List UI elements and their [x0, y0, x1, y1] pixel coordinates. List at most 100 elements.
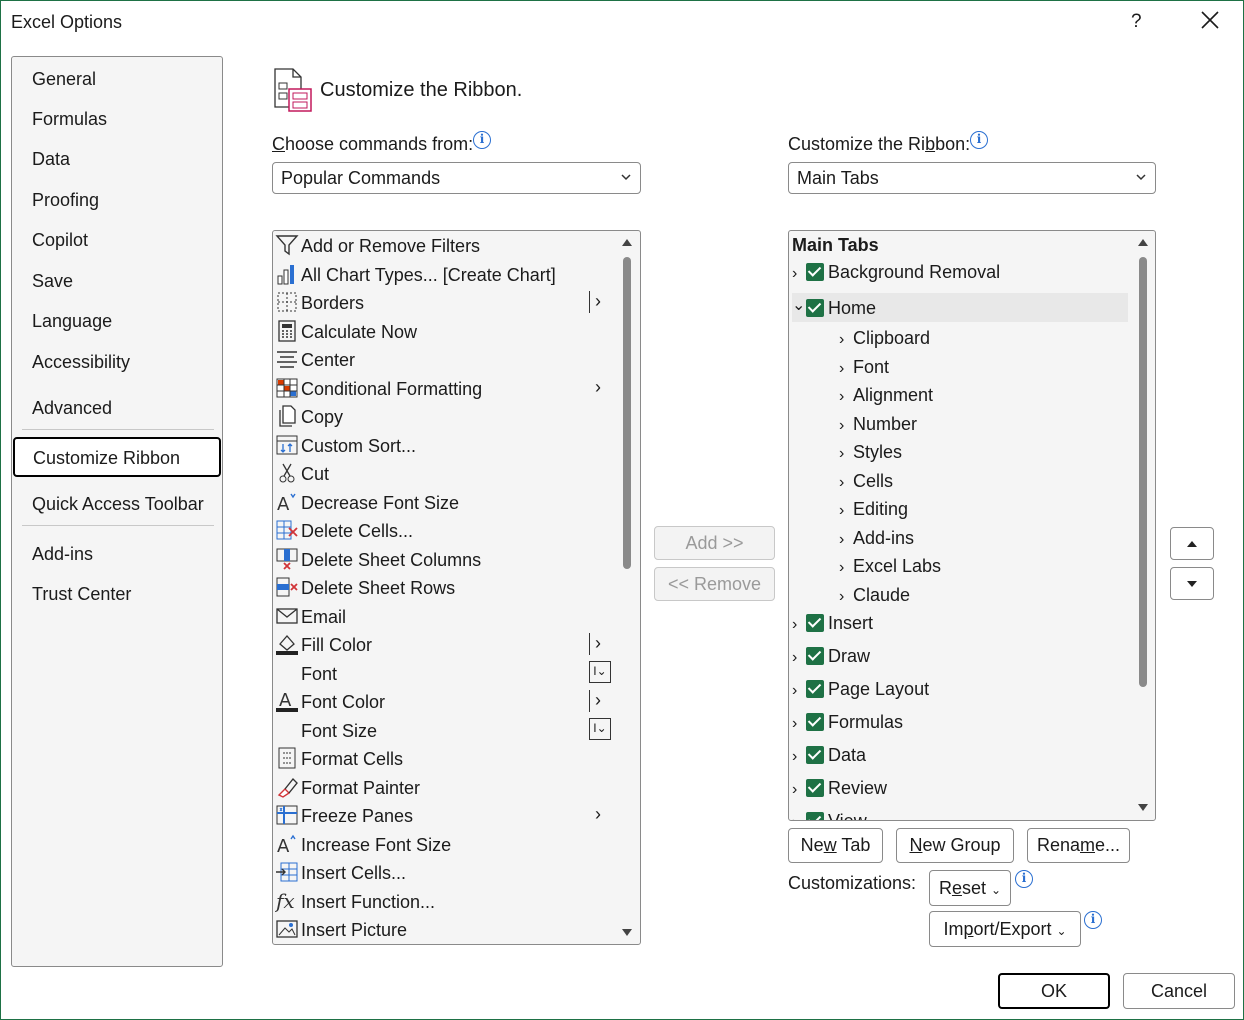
tab-checkbox[interactable]: [806, 263, 824, 281]
tree-tab-item[interactable]: ⌄ Home: [792, 293, 1128, 322]
nav-item-quick-access-toolbar[interactable]: Quick Access Toolbar: [32, 494, 204, 515]
command-item[interactable]: Format Cells: [273, 745, 613, 773]
move-down-button[interactable]: [1170, 567, 1214, 600]
chevron-right-icon[interactable]: ›: [839, 360, 853, 378]
ribbon-tree[interactable]: Main Tabs › Background Removal ⌄ Home › Clipbo…: [788, 230, 1156, 821]
nav-item-formulas[interactable]: Formulas: [32, 109, 107, 130]
command-item[interactable]: Cut: [273, 460, 613, 488]
tree-tab-item[interactable]: › Background Removal: [792, 262, 1000, 283]
chevron-down-icon[interactable]: ⌄: [792, 295, 806, 315]
nav-item-proofing[interactable]: Proofing: [32, 190, 99, 211]
command-item[interactable]: Fill Color ›: [273, 631, 613, 659]
command-item[interactable]: Font I⌄: [273, 660, 613, 688]
chevron-right-icon[interactable]: ›: [839, 445, 853, 463]
tree-tab-item[interactable]: › View: [792, 811, 867, 820]
command-item[interactable]: Borders ›: [273, 289, 613, 317]
chevron-right-icon[interactable]: ›: [792, 814, 806, 820]
nav-item-data[interactable]: Data: [32, 149, 70, 170]
chevron-right-icon[interactable]: ›: [792, 682, 806, 700]
tree-group-item[interactable]: › Excel Labs: [839, 556, 941, 577]
chevron-right-icon[interactable]: ›: [839, 559, 853, 577]
command-item[interactable]: Custom Sort...: [273, 432, 613, 460]
command-item[interactable]: Email: [273, 603, 613, 631]
tab-checkbox[interactable]: [806, 779, 824, 797]
command-item[interactable]: A Font Color ›: [273, 688, 613, 716]
nav-item-customize-ribbon[interactable]: Customize Ribbon: [13, 437, 221, 477]
command-item[interactable]: Format Painter: [273, 774, 613, 802]
chevron-right-icon[interactable]: ›: [839, 502, 853, 520]
customize-ribbon-dropdown[interactable]: Main Tabs: [788, 162, 1156, 194]
chevron-right-icon[interactable]: ›: [839, 474, 853, 492]
chevron-right-icon[interactable]: ›: [792, 748, 806, 766]
new-group-button[interactable]: New Group: [896, 828, 1014, 863]
help-button[interactable]: ?: [1131, 11, 1142, 33]
nav-item-trust-center[interactable]: Trust Center: [32, 584, 131, 605]
command-item[interactable]: fx Insert Function...: [273, 888, 613, 916]
tree-group-item[interactable]: › Editing: [839, 499, 908, 520]
command-item[interactable]: A Decrease Font Size: [273, 489, 613, 517]
ribbon-tree-scrollbar[interactable]: [1137, 231, 1149, 820]
command-item[interactable]: Font Size I⌄: [273, 717, 613, 745]
tree-group-item[interactable]: › Font: [839, 357, 889, 378]
tree-tab-item[interactable]: › Formulas: [792, 712, 903, 733]
nav-item-copilot[interactable]: Copilot: [32, 230, 88, 251]
command-item[interactable]: Insert Cells...: [273, 859, 613, 887]
tree-group-item[interactable]: › Add-ins: [839, 528, 914, 549]
chevron-right-icon[interactable]: ›: [839, 388, 853, 406]
scroll-up-icon[interactable]: [621, 237, 633, 247]
nav-item-advanced[interactable]: Advanced: [32, 398, 112, 419]
tab-checkbox[interactable]: [806, 299, 824, 317]
tab-checkbox[interactable]: [806, 746, 824, 764]
chevron-right-icon[interactable]: ›: [792, 265, 806, 283]
command-item[interactable]: Conditional Formatting ›: [273, 375, 613, 403]
tree-group-item[interactable]: › Styles: [839, 442, 902, 463]
nav-item-language[interactable]: Language: [32, 311, 112, 332]
new-tab-button[interactable]: New Tab: [788, 828, 883, 863]
tree-tab-item[interactable]: › Data: [792, 745, 866, 766]
command-item[interactable]: Insert Picture: [273, 916, 613, 944]
commands-scrollbar[interactable]: [621, 231, 633, 944]
scroll-thumb[interactable]: [623, 257, 631, 569]
command-item[interactable]: Delete Cells...: [273, 517, 613, 545]
tree-group-item[interactable]: › Clipboard: [839, 328, 930, 349]
tab-checkbox[interactable]: [806, 812, 824, 820]
nav-item-save[interactable]: Save: [32, 271, 73, 292]
nav-item-add-ins[interactable]: Add-ins: [32, 544, 93, 565]
chevron-right-icon[interactable]: ›: [792, 616, 806, 634]
tree-tab-item[interactable]: › Insert: [792, 613, 873, 634]
command-item[interactable]: Center: [273, 346, 613, 374]
scroll-down-icon[interactable]: [621, 928, 633, 938]
tree-tab-item[interactable]: › Page Layout: [792, 679, 929, 700]
remove-button[interactable]: << Remove: [654, 567, 775, 601]
info-icon[interactable]: i: [1084, 911, 1102, 929]
tab-checkbox[interactable]: [806, 647, 824, 665]
scroll-thumb[interactable]: [1139, 257, 1147, 687]
import-export-button[interactable]: Import/Export ⌄: [929, 911, 1081, 947]
chevron-right-icon[interactable]: ›: [792, 781, 806, 799]
tree-group-item[interactable]: › Number: [839, 414, 917, 435]
tree-group-item[interactable]: › Alignment: [839, 385, 933, 406]
ok-button[interactable]: OK: [998, 973, 1110, 1009]
move-up-button[interactable]: [1170, 527, 1214, 560]
tree-tab-item[interactable]: › Review: [792, 778, 887, 799]
command-item[interactable]: A Increase Font Size: [273, 831, 613, 859]
rename-button[interactable]: Rename...: [1027, 828, 1130, 863]
tree-group-item[interactable]: › Claude: [839, 585, 910, 606]
chevron-right-icon[interactable]: ›: [792, 649, 806, 667]
nav-item-accessibility[interactable]: Accessibility: [32, 352, 130, 373]
chevron-right-icon[interactable]: ›: [792, 715, 806, 733]
scroll-up-icon[interactable]: [1137, 237, 1149, 247]
tree-tab-item[interactable]: › Draw: [792, 646, 870, 667]
command-item[interactable]: Freeze Panes ›: [273, 802, 613, 830]
nav-item-general[interactable]: General: [32, 69, 96, 90]
command-item[interactable]: All Chart Types... [Create Chart]: [273, 261, 613, 289]
tab-checkbox[interactable]: [806, 680, 824, 698]
choose-commands-dropdown[interactable]: Popular Commands: [272, 162, 641, 194]
chevron-right-icon[interactable]: ›: [839, 588, 853, 606]
tab-checkbox[interactable]: [806, 713, 824, 731]
info-icon[interactable]: i: [1015, 870, 1033, 888]
command-item[interactable]: Add or Remove Filters: [273, 232, 613, 260]
info-icon[interactable]: i: [970, 131, 988, 149]
add-button[interactable]: Add >>: [654, 526, 775, 560]
command-item[interactable]: Copy: [273, 403, 613, 431]
